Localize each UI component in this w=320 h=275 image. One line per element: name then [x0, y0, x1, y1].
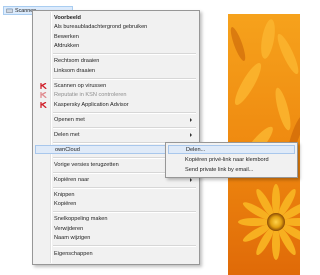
menu-item-open-with[interactable]: Openen met: [35, 115, 197, 124]
menu-item-set-desktop-background[interactable]: Als bureaubladachtergrond gebruiken: [35, 23, 197, 32]
menu-item-label: Reputatie in KSN controleren: [54, 92, 127, 99]
menu-separator: [53, 77, 196, 80]
kaspersky-k-icon: [40, 101, 47, 108]
menu-item-label: Afdrukken: [54, 43, 80, 50]
menu-item-label: Verwijderen: [54, 225, 84, 232]
menu-item-label: Linksom draaien: [54, 67, 96, 74]
menu-item-properties[interactable]: Eigenschappen: [35, 249, 197, 258]
menu-item-rename[interactable]: Naam wijzigen: [35, 234, 197, 243]
menu-separator: [53, 53, 196, 55]
menu-item-label: Knippen: [54, 191, 75, 198]
menu-item-label: Kaspersky Application Advisor: [54, 101, 129, 108]
menu-separator: [53, 126, 196, 129]
kaspersky-k-icon: [40, 82, 47, 89]
submenu-arrow-icon: [190, 177, 192, 182]
submenu-item-copy-private-link[interactable]: Kopiëren privé-link naar klembord: [168, 156, 295, 165]
menu-item-label: Rechtsom draaien: [54, 58, 100, 65]
menu-item-check-reputation-ksn: Reputatie in KSN controleren: [35, 91, 197, 100]
menu-separator: [53, 211, 196, 213]
menu-item-rotate-counterclockwise[interactable]: Linksom draaien: [35, 66, 197, 75]
menu-item-label: Kopiëren: [54, 201, 77, 208]
menu-item-label: Als bureaubladachtergrond gebruiken: [54, 24, 148, 31]
submenu-item-send-private-link-email[interactable]: Send private link by email...: [168, 166, 295, 175]
submenu-item-share[interactable]: Delen...: [168, 145, 295, 155]
context-menu: Voorbeeld Als bureaubladachtergrond gebr…: [32, 10, 200, 265]
submenu-item-label: Send private link by email...: [185, 167, 254, 174]
menu-item-label: Voorbeeld: [54, 14, 81, 21]
menu-item-label: Eigenschappen: [54, 250, 93, 257]
menu-separator: [53, 111, 196, 114]
owncloud-submenu: Delen... Kopiëren privé-link naar klembo…: [165, 142, 298, 178]
submenu-item-label: Delen...: [186, 146, 206, 153]
submenu-arrow-icon: [190, 117, 192, 122]
menu-item-label: Vorige versies terugzetten: [54, 161, 119, 168]
menu-item-share-with[interactable]: Delen met: [35, 130, 197, 139]
submenu-item-label: Kopiëren privé-link naar klembord: [185, 157, 269, 164]
menu-item-edit[interactable]: Bewerken: [35, 32, 197, 41]
menu-item-label: Naam wijzigen: [54, 235, 91, 242]
menu-item-label: Bewerken: [54, 33, 79, 40]
submenu-arrow-icon: [190, 132, 192, 137]
menu-item-label: Snelkoppeling maken: [54, 216, 108, 223]
menu-separator: [53, 245, 196, 247]
menu-item-cut[interactable]: Knippen: [35, 190, 197, 199]
menu-item-label: Kopiëren naar: [54, 176, 90, 183]
menu-separator: [53, 186, 196, 189]
menu-item-label: Delen met: [54, 131, 80, 138]
kaspersky-k-icon: [40, 92, 47, 98]
menu-item-create-shortcut[interactable]: Snelkoppeling maken: [35, 215, 197, 224]
menu-item-preview[interactable]: Voorbeeld: [35, 13, 197, 22]
menu-item-kaspersky-application-advisor[interactable]: Kaspersky Application Advisor: [35, 100, 197, 109]
menu-item-label: Openen met: [54, 116, 85, 123]
menu-item-print[interactable]: Afdrukken: [35, 42, 197, 51]
menu-item-rotate-clockwise[interactable]: Rechtsom draaien: [35, 57, 197, 66]
menu-item-scan-viruses[interactable]: Scannen op virussen: [35, 81, 197, 90]
menu-item-label: ownCloud: [55, 146, 80, 153]
menu-item-label: Scannen op virussen: [54, 82, 107, 89]
scanner-icon: [6, 8, 13, 13]
menu-item-copy[interactable]: Kopiëren: [35, 200, 197, 209]
menu-item-delete[interactable]: Verwijderen: [35, 224, 197, 233]
